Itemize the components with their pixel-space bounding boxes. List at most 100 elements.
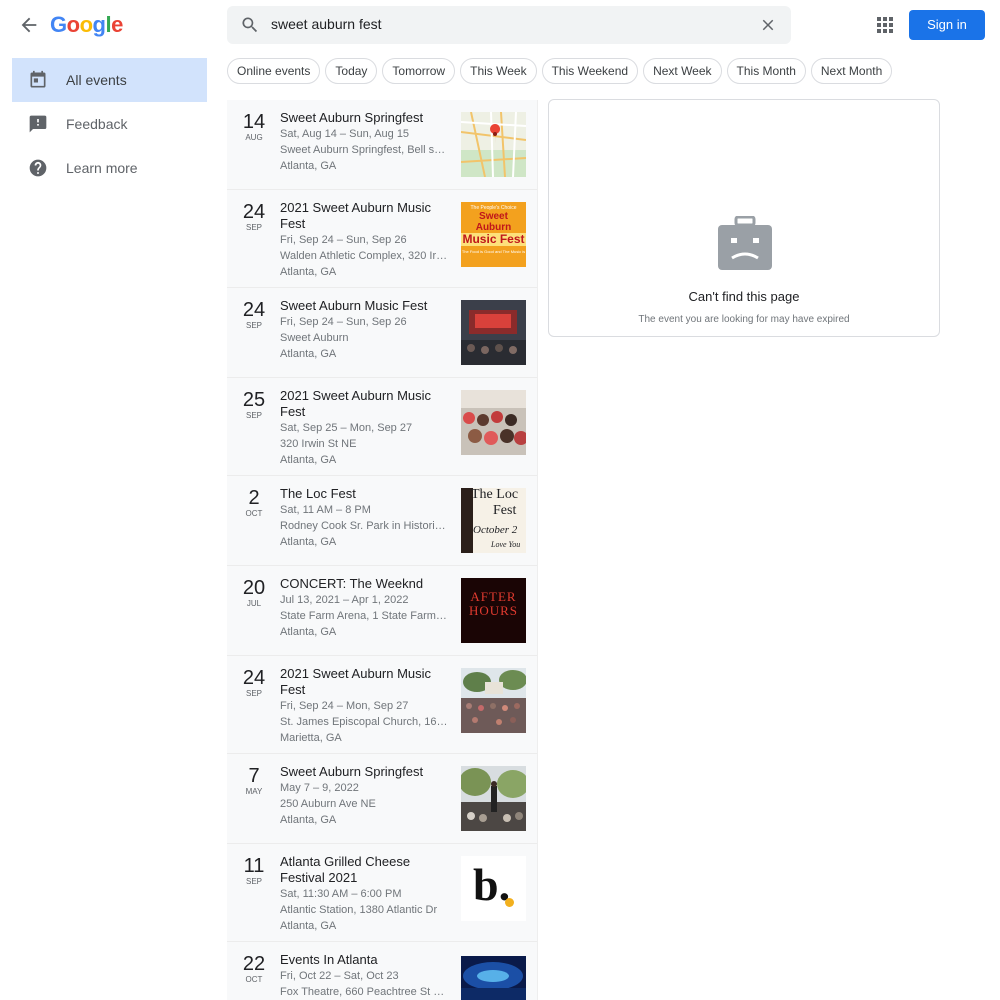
- sidebar-item-learn-more[interactable]: Learn more: [12, 146, 207, 190]
- chip-today[interactable]: Today: [325, 58, 378, 84]
- event-card[interactable]: 11 SEP Atlanta Grilled Cheese Festival 2…: [227, 844, 537, 942]
- event-venue: Fox Theatre, 660 Peachtree St NE: [280, 986, 448, 998]
- google-logo[interactable]: Google: [50, 12, 123, 38]
- sidebar-item-label: All events: [66, 72, 127, 88]
- event-info: 2021 Sweet Auburn Music Fest Fri, Sep 24…: [280, 666, 448, 746]
- chip-this-weekend[interactable]: This Weekend: [541, 58, 639, 84]
- event-city: Atlanta, GA: [280, 348, 337, 360]
- event-thumbnail-theatre: [461, 956, 526, 1000]
- event-month: OCT: [245, 975, 263, 984]
- logo-letter: o: [79, 12, 93, 37]
- after-hours-text-2: HOURS: [468, 603, 519, 618]
- sad-document-icon: [718, 216, 772, 270]
- chip-tomorrow[interactable]: Tomorrow: [382, 58, 456, 84]
- event-month: SEP: [245, 321, 262, 330]
- event-thumbnail-b-logo: b.: [461, 856, 526, 921]
- event-info: Sweet Auburn Music Fest Fri, Sep 24 – Su…: [280, 298, 448, 362]
- help-icon: [29, 159, 47, 177]
- chip-this-month[interactable]: This Month: [726, 58, 806, 84]
- event-title: 2021 Sweet Auburn Music Fest: [280, 666, 432, 697]
- event-card[interactable]: 25 SEP 2021 Sweet Auburn Music Fest Sat,…: [227, 378, 537, 476]
- event-info: Events In Atlanta Fri, Oct 22 – Sat, Oct…: [280, 952, 448, 1000]
- event-detail-panel: Can't find this page The event you are l…: [548, 99, 940, 337]
- loc-fest-text-4: Love You: [491, 540, 521, 549]
- event-card[interactable]: 22 OCT Events In Atlanta Fri, Oct 22 – S…: [227, 942, 537, 1000]
- search-input[interactable]: sweet auburn fest: [271, 16, 382, 32]
- chip-online-events[interactable]: Online events: [227, 58, 321, 84]
- event-date: 25 SEP: [235, 389, 273, 421]
- event-thumbnail-poster: The People's Choice Sweet Auburn Music F…: [461, 202, 526, 267]
- sidebar-item-label: Feedback: [66, 116, 128, 132]
- event-title: Events In Atlanta: [280, 952, 378, 967]
- event-title: 2021 Sweet Auburn Music Fest: [280, 200, 432, 231]
- event-title: Sweet Auburn Springfest: [280, 764, 424, 779]
- event-card[interactable]: 24 SEP 2021 Sweet Auburn Music Fest Fri,…: [227, 190, 537, 288]
- event-month: JUL: [246, 599, 262, 608]
- event-venue: Rodney Cook Sr. Park in Historic …: [280, 520, 448, 532]
- event-card[interactable]: 14 AUG Sweet Auburn Springfest Sat, Aug …: [227, 100, 537, 190]
- event-date: 14 AUG: [235, 111, 273, 143]
- event-dates: Jul 13, 2021 – Apr 1, 2022: [280, 594, 409, 606]
- event-venue: St. James Episcopal Church, 161…: [280, 716, 448, 728]
- event-city: Marietta, GA: [280, 732, 342, 744]
- event-card[interactable]: 24 SEP Sweet Auburn Music Fest Fri, Sep …: [227, 288, 537, 378]
- sidebar-item-all-events[interactable]: All events: [12, 58, 207, 102]
- event-city: Atlanta, GA: [280, 814, 337, 826]
- sidebar: All events Feedback Learn more: [12, 58, 207, 190]
- event-venue: Sweet Auburn: [280, 332, 349, 344]
- event-card[interactable]: 24 SEP 2021 Sweet Auburn Music Fest Fri,…: [227, 656, 537, 754]
- sign-in-button[interactable]: Sign in: [909, 10, 985, 40]
- event-day: 24: [242, 201, 266, 223]
- search-bar[interactable]: sweet auburn fest: [227, 6, 791, 44]
- event-month: SEP: [245, 223, 262, 232]
- event-date: 7 MAY: [235, 765, 273, 797]
- event-thumbnail-stage: [461, 300, 526, 365]
- event-day: 24: [242, 299, 266, 321]
- event-dates: Sat, Aug 14 – Sun, Aug 15: [280, 128, 410, 140]
- event-venue: State Farm Arena, 1 State Farm Dr: [280, 610, 448, 622]
- search-icon[interactable]: [240, 15, 260, 35]
- clear-icon[interactable]: [759, 16, 777, 34]
- event-dates: Sat, Sep 25 – Mon, Sep 27: [280, 422, 413, 434]
- event-venue: Sweet Auburn Springfest, Bell str…: [280, 144, 448, 156]
- event-thumbnail-loc-fest: The Loc Fest October 2 Love You: [461, 488, 526, 553]
- event-title: Sweet Auburn Springfest: [280, 110, 424, 125]
- event-info: 2021 Sweet Auburn Music Fest Sat, Sep 25…: [280, 388, 448, 468]
- chip-this-week[interactable]: This Week: [460, 58, 537, 84]
- event-thumbnail-after-hours: AFTER HOURS: [461, 578, 526, 643]
- event-month: AUG: [245, 133, 263, 142]
- poster-top-text: The People's Choice: [470, 205, 517, 211]
- back-arrow-icon[interactable]: [18, 14, 40, 36]
- sidebar-item-feedback[interactable]: Feedback: [12, 102, 207, 146]
- logo-letter: o: [66, 12, 80, 37]
- event-card[interactable]: 7 MAY Sweet Auburn Springfest May 7 – 9,…: [227, 754, 537, 844]
- chip-next-month[interactable]: Next Month: [810, 58, 893, 84]
- event-card[interactable]: 20 JUL CONCERT: The Weeknd Jul 13, 2021 …: [227, 566, 537, 656]
- poster-main-text-2: Music Fest: [461, 232, 526, 246]
- event-thumbnail-outdoor-crowd: [461, 668, 526, 733]
- event-month: MAY: [245, 787, 263, 796]
- event-day: 22: [242, 953, 266, 975]
- event-city: Atlanta, GA: [280, 160, 337, 172]
- event-city: Atlanta, GA: [280, 536, 337, 548]
- event-title: 2021 Sweet Auburn Music Fest: [280, 388, 432, 419]
- event-dates: Fri, Sep 24 – Mon, Sep 27: [280, 700, 409, 712]
- event-info: 2021 Sweet Auburn Music Fest Fri, Sep 24…: [280, 200, 448, 280]
- event-day: 7: [248, 765, 260, 787]
- event-info: CONCERT: The Weeknd Jul 13, 2021 – Apr 1…: [280, 576, 448, 640]
- apps-grid-icon[interactable]: [876, 16, 894, 34]
- logo-letter: g: [92, 12, 106, 37]
- event-info: Sweet Auburn Springfest May 7 – 9, 2022 …: [280, 764, 448, 828]
- loc-fest-text-3: October 2: [473, 524, 518, 536]
- event-title: CONCERT: The Weeknd: [280, 576, 424, 591]
- event-day: 14: [242, 111, 266, 133]
- event-city: Atlanta, GA: [280, 454, 337, 466]
- feedback-icon: [29, 115, 47, 133]
- event-title: Sweet Auburn Music Fest: [280, 298, 428, 313]
- event-day: 24: [242, 667, 266, 689]
- event-card[interactable]: 2 OCT The Loc Fest Sat, 11 AM – 8 PM Rod…: [227, 476, 537, 566]
- event-dates: May 7 – 9, 2022: [280, 782, 359, 794]
- event-city: Atlanta, GA: [280, 626, 337, 638]
- logo-letter: e: [111, 12, 123, 37]
- chip-next-week[interactable]: Next Week: [643, 58, 722, 84]
